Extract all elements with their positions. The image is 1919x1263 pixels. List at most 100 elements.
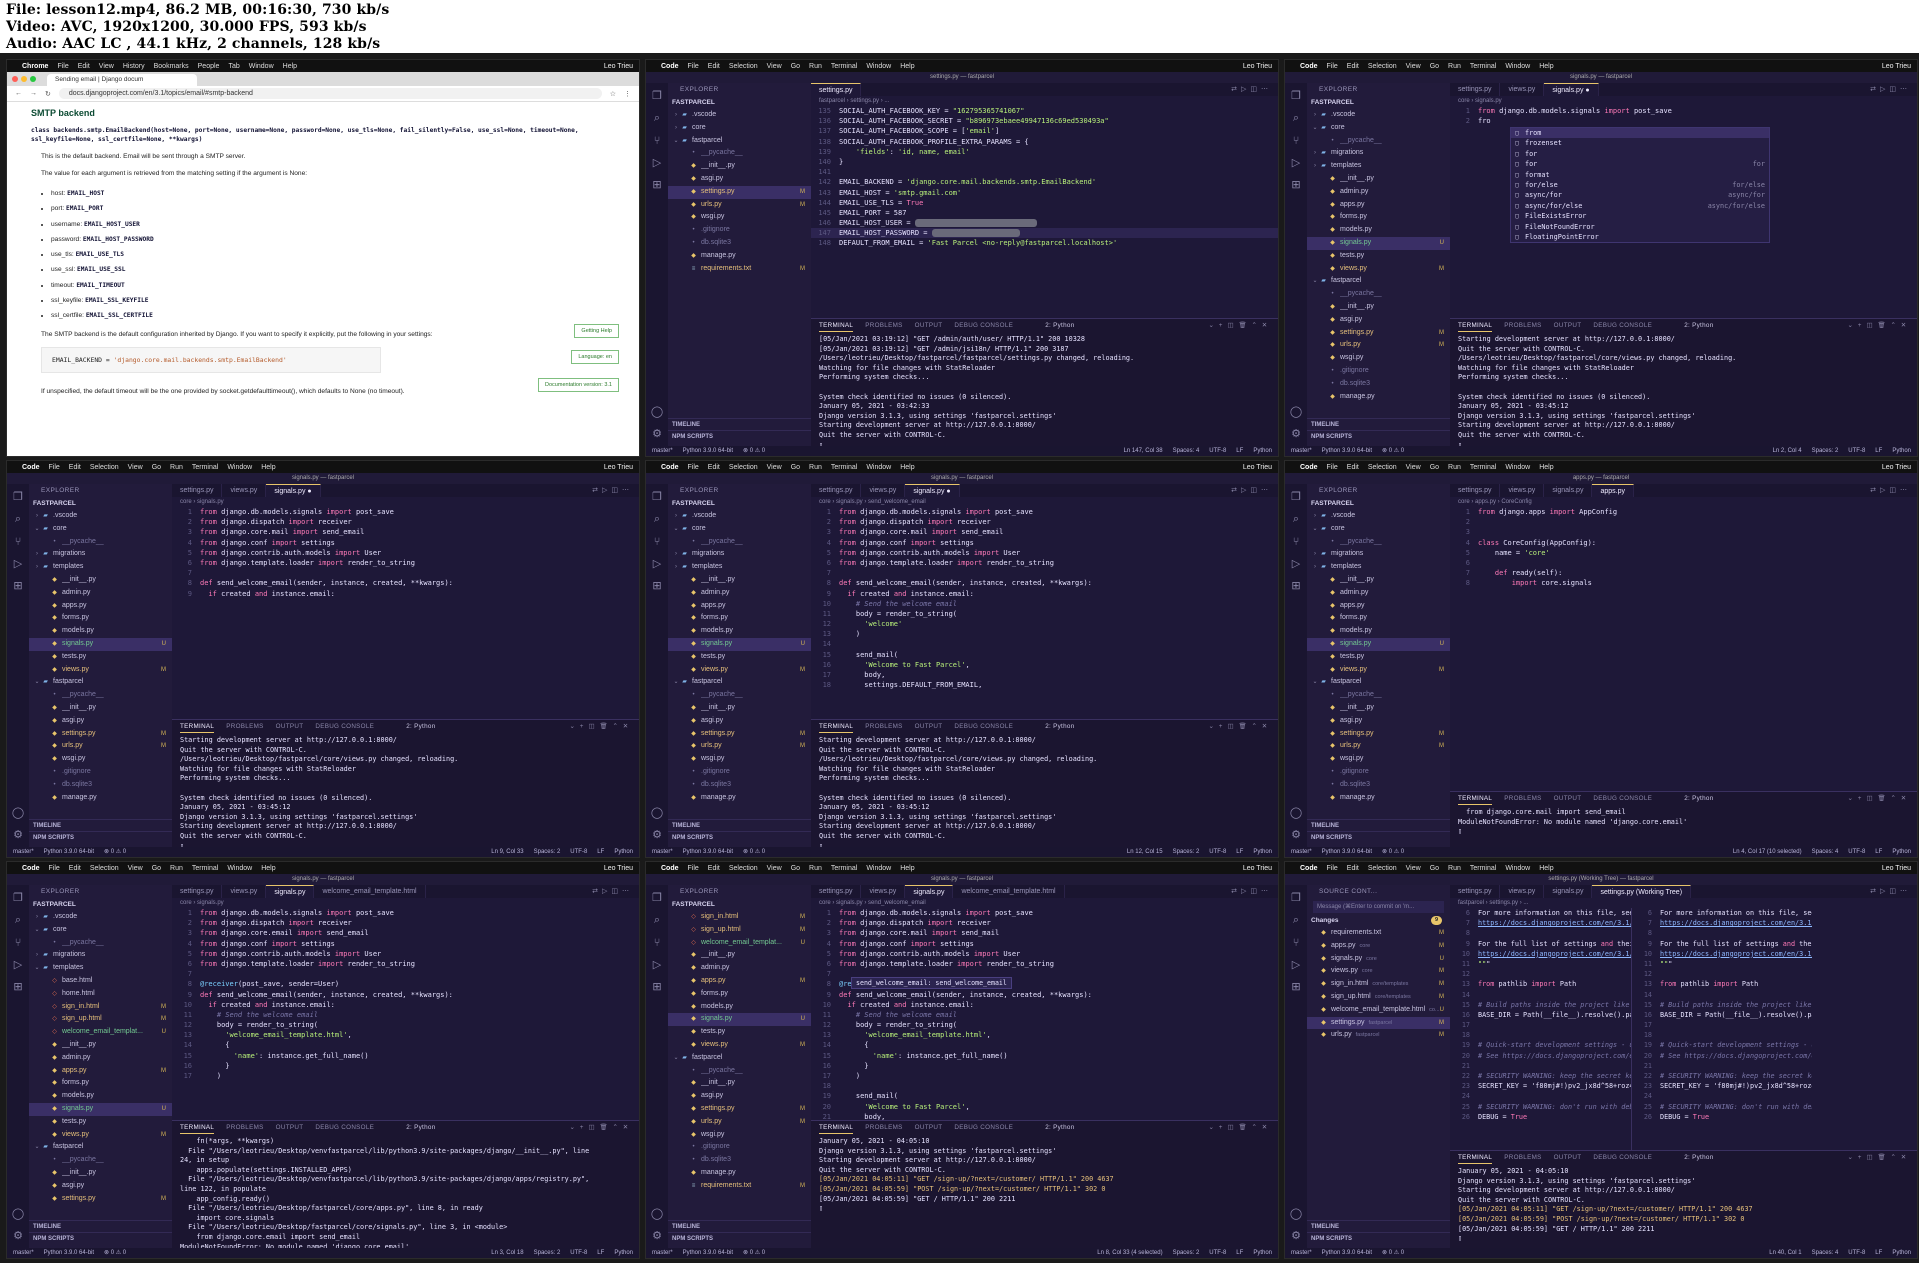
menu-item[interactable]: Go bbox=[791, 865, 800, 872]
file-tree-item[interactable]: ◆ __init__.py bbox=[1307, 702, 1450, 715]
gear-icon[interactable]: ⚙ bbox=[652, 427, 662, 440]
file-tree-item[interactable]: ◆ urls.py M bbox=[1307, 339, 1450, 352]
file-tree-item[interactable]: ◆ admin.py bbox=[29, 1052, 172, 1065]
file-tree-item[interactable]: ◆ models.py bbox=[668, 1001, 811, 1014]
run-debug-icon[interactable]: ▷ bbox=[1292, 958, 1300, 971]
problems-count[interactable]: ⊗ 0 ⚠ 0 bbox=[1382, 1248, 1404, 1258]
gear-icon[interactable]: ⚙ bbox=[1291, 828, 1301, 841]
menu-item[interactable]: Edit bbox=[69, 865, 81, 872]
menu-item[interactable]: View bbox=[99, 63, 114, 70]
file-tree-item[interactable]: ◆ forms.py bbox=[668, 612, 811, 625]
menu-item[interactable]: View bbox=[128, 865, 143, 872]
editor-tab[interactable]: signals.py ● bbox=[905, 484, 960, 497]
file-tree-item[interactable]: ◆ apps.py bbox=[1307, 199, 1450, 212]
language-mode[interactable]: Python bbox=[1253, 446, 1272, 456]
menu-item[interactable]: Edit bbox=[1347, 865, 1359, 872]
panel-tab[interactable]: TERMINAL bbox=[819, 1121, 854, 1134]
panel-tab[interactable]: DEBUG CONSOLE bbox=[954, 1121, 1013, 1134]
files-icon[interactable]: ❐ bbox=[652, 89, 662, 102]
autocomplete-item[interactable]: ▢ frozenset bbox=[1511, 138, 1769, 148]
language-mode[interactable]: Python bbox=[1892, 1248, 1911, 1258]
file-tree-item[interactable]: ◆ signals.py U bbox=[29, 637, 172, 651]
workspace-root[interactable]: FASTPARCEL bbox=[1307, 498, 1450, 510]
menu-item[interactable]: Window bbox=[1505, 464, 1530, 471]
menu-item[interactable]: Selection bbox=[1368, 63, 1397, 70]
source-control-icon[interactable]: ⑂ bbox=[1293, 134, 1300, 147]
timeline-section[interactable]: TIMELINE bbox=[668, 418, 811, 430]
line-ending[interactable]: LF bbox=[1875, 446, 1882, 456]
file-tree-item[interactable]: ◆ __init__.py bbox=[668, 949, 811, 962]
star-icon[interactable]: ☆ bbox=[610, 90, 616, 98]
file-tree-item[interactable]: ◆ __init__.py bbox=[29, 1039, 172, 1052]
close-icon[interactable]: ✕ bbox=[1262, 723, 1272, 730]
indentation[interactable]: Spaces: 4 bbox=[1812, 1248, 1839, 1258]
menu-item[interactable]: File bbox=[1327, 865, 1338, 872]
menu-item[interactable]: Window bbox=[866, 464, 891, 471]
menu-item[interactable]: Terminal bbox=[1470, 464, 1496, 471]
url-field[interactable]: docs.djangoproject.com/en/3.1/topics/ema… bbox=[58, 88, 602, 99]
terminal-output[interactable]: January 05, 2021 - 04:05:10 Django versio… bbox=[811, 1134, 1278, 1217]
panel-tab[interactable]: PROBLEMS bbox=[226, 1121, 263, 1134]
menu-item[interactable]: Window bbox=[1505, 63, 1530, 70]
file-tree-item[interactable]: ◆ urls.py M bbox=[29, 740, 172, 753]
panel-tab[interactable]: DEBUG CONSOLE bbox=[1593, 792, 1652, 805]
changed-file-item[interactable]: ◆ welcome_email_template.html co... U bbox=[1307, 1004, 1450, 1017]
file-tree-item[interactable]: ◆ forms.py bbox=[1307, 612, 1450, 625]
file-tree-item[interactable]: • __pycache__ bbox=[29, 536, 172, 549]
npm-scripts-section[interactable]: NPM SCRIPTS bbox=[29, 831, 172, 843]
file-tree-item[interactable]: ◆ wsgi.py bbox=[29, 753, 172, 766]
compare-icon[interactable]: ⇄ bbox=[1231, 86, 1241, 93]
file-tree-item[interactable]: ◆ asgi.py bbox=[1307, 314, 1450, 327]
menu-item[interactable]: Run bbox=[1448, 464, 1461, 471]
problems-count[interactable]: ⊗ 0 ⚠ 0 bbox=[743, 446, 765, 456]
npm-scripts-section[interactable]: NPM SCRIPTS bbox=[1307, 831, 1450, 843]
git-branch[interactable]: master* bbox=[652, 847, 673, 857]
source-control-icon[interactable]: ⑂ bbox=[654, 535, 661, 548]
file-tree-item[interactable]: • __pycache__ bbox=[668, 536, 811, 549]
extensions-icon[interactable]: ⊞ bbox=[13, 579, 22, 592]
file-tree-item[interactable]: ⌄ ▰ core bbox=[29, 924, 172, 937]
split-terminal-icon[interactable]: ◫ bbox=[1227, 723, 1238, 730]
code-editor[interactable]: 1 from django.db.models.signals import po… bbox=[172, 908, 639, 1081]
timeline-section[interactable]: TIMELINE bbox=[1307, 1220, 1450, 1232]
menu-item[interactable]: Edit bbox=[78, 63, 90, 70]
panel-tab[interactable]: PROBLEMS bbox=[865, 720, 902, 733]
file-tree-item[interactable]: ◆ models.py bbox=[1307, 625, 1450, 638]
gear-icon[interactable]: ⚙ bbox=[1291, 1229, 1301, 1242]
run-debug-icon[interactable]: ▷ bbox=[14, 958, 22, 971]
cursor-position[interactable]: Ln 3, Col 18 bbox=[491, 1248, 523, 1258]
file-tree-item[interactable]: ◆ apps.py bbox=[668, 600, 811, 613]
menu-item[interactable]: Edit bbox=[708, 63, 720, 70]
language-mode[interactable]: Python bbox=[1253, 1248, 1272, 1258]
menu-item[interactable]: Window bbox=[227, 464, 252, 471]
editor-tab[interactable]: settings.py bbox=[172, 885, 223, 898]
editor-tab[interactable]: settings.py bbox=[1450, 885, 1501, 898]
split-editor-icon[interactable]: ◫ bbox=[611, 888, 622, 895]
file-tree-item[interactable]: ◆ tests.py bbox=[1307, 651, 1450, 664]
cursor-position[interactable]: Ln 2, Col 4 bbox=[1773, 446, 1802, 456]
more-actions-icon[interactable]: ⋯ bbox=[1261, 487, 1272, 494]
file-tree-item[interactable]: ◆ tests.py bbox=[668, 1026, 811, 1039]
file-tree-item[interactable]: • __pycache__ bbox=[1307, 135, 1450, 148]
python-interpreter[interactable]: Python 3.9.0 64-bit bbox=[683, 847, 733, 857]
compare-icon[interactable]: ⇄ bbox=[592, 487, 602, 494]
panel-tab[interactable]: DEBUG CONSOLE bbox=[1593, 319, 1652, 332]
menu-item[interactable]: Go bbox=[791, 464, 800, 471]
panel-tab[interactable]: OUTPUT bbox=[1554, 1151, 1582, 1164]
file-tree-item[interactable]: ◆ tests.py bbox=[29, 651, 172, 664]
run-debug-icon[interactable]: ▷ bbox=[653, 958, 661, 971]
menu-item[interactable]: View bbox=[767, 63, 782, 70]
menu-item[interactable]: Terminal bbox=[1470, 63, 1496, 70]
file-tree-item[interactable]: ◆ wsgi.py bbox=[668, 211, 811, 224]
terminal-output[interactable]: Starting development server at http://12… bbox=[1450, 332, 1917, 453]
file-tree-item[interactable]: ◆ views.py M bbox=[1307, 263, 1450, 276]
menu-item[interactable]: Selection bbox=[90, 464, 119, 471]
menu-user[interactable]: Leo Trieu bbox=[604, 464, 633, 471]
trash-icon[interactable]: 🗑 bbox=[1877, 322, 1890, 329]
file-tree-item[interactable]: ◆ __init__.py bbox=[668, 702, 811, 715]
editor-tab[interactable]: signals.py ● bbox=[1544, 83, 1599, 96]
run-icon[interactable]: ▷ bbox=[1241, 487, 1250, 494]
encoding[interactable]: UTF-8 bbox=[1848, 446, 1865, 456]
file-tree-item[interactable]: ◆ wsgi.py bbox=[668, 753, 811, 766]
file-tree-item[interactable]: ◆ settings.py M bbox=[668, 185, 811, 199]
